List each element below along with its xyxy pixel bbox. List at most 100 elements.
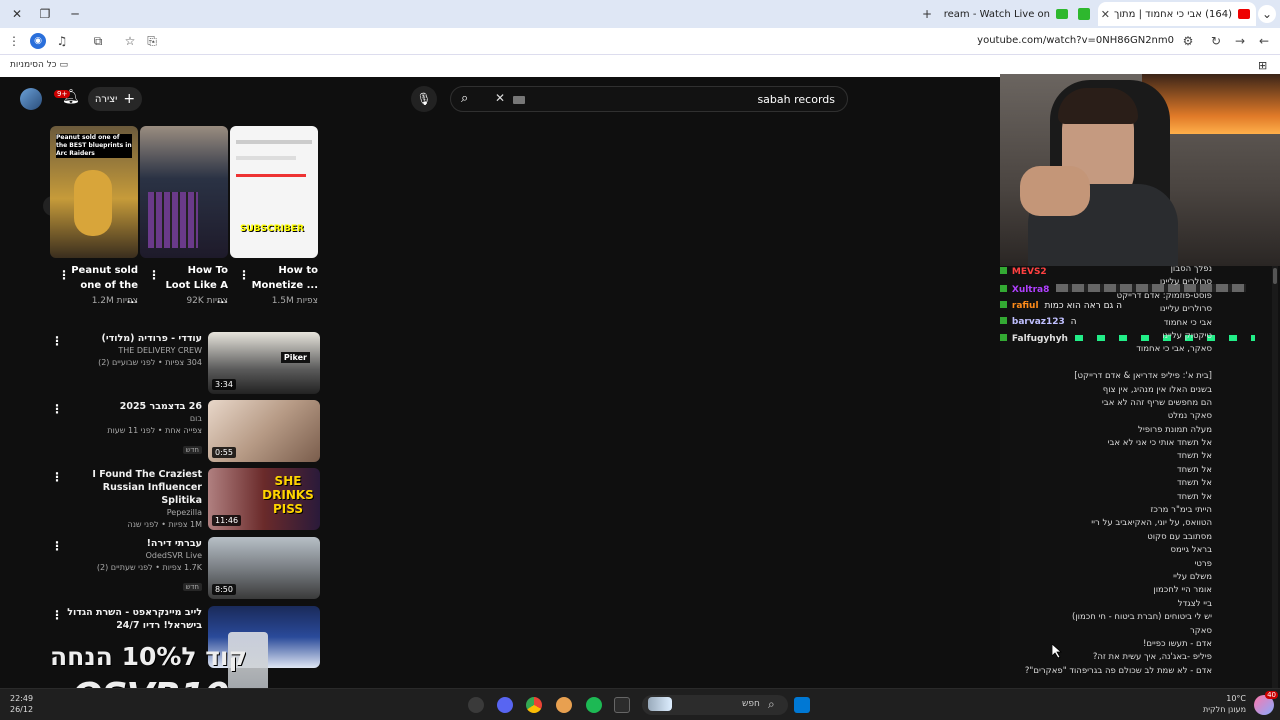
windows-start-icon[interactable] (794, 697, 810, 713)
video-menu-icon[interactable]: ⋮ (51, 470, 63, 484)
video-menu-icon[interactable]: ⋮ (51, 402, 63, 416)
overlay-line: אומר היי לחכמון (1153, 585, 1212, 596)
media-control-icon[interactable]: ♫ (54, 33, 70, 49)
channel-name[interactable]: Pepezilla (66, 507, 202, 519)
system-clock[interactable]: 22:49 26/12 (10, 693, 33, 715)
all-bookmarks-button[interactable]: כל הסימניות ▭ (10, 60, 68, 70)
list-item[interactable]: SHE DRINKS PISS 11:46 I Found The Crazie… (60, 468, 320, 530)
short-menu-icon[interactable]: ⋮ (58, 268, 70, 282)
short-title[interactable]: How to Monetize ... (250, 263, 318, 293)
voice-search-icon[interactable]: 🎙︎ (411, 86, 437, 112)
restore-window-icon[interactable]: ❐ (36, 5, 54, 23)
video-title[interactable]: לייב מיינקראפט - השרת הגדול בישראל! רדיו… (66, 606, 202, 632)
clear-search-icon[interactable]: ✕ (495, 91, 505, 105)
new-tab-icon[interactable]: + (918, 5, 936, 23)
streamer-hands (1020, 166, 1090, 216)
app-icon-4[interactable] (556, 697, 572, 713)
short-menu-icon[interactable]: ⋮ (238, 268, 250, 282)
overlay-line: הם מחפשים שריף זהה לא אבי (1101, 397, 1212, 408)
video-thumbnail[interactable]: 8:50 (208, 537, 320, 599)
weather-widget[interactable]: 10°C מעונן חלקית (1203, 693, 1246, 715)
new-badge: חדש (182, 583, 202, 591)
overlay-line: פרטי (1194, 558, 1212, 569)
file-explorer-icon[interactable] (614, 697, 630, 713)
profile-icon[interactable]: ◉ (30, 33, 46, 49)
short-menu-icon[interactable]: ⋮ (148, 268, 160, 282)
chat-scrollbar[interactable] (1272, 266, 1278, 688)
mouse-cursor-icon (1052, 644, 1062, 658)
back-icon[interactable]: ← (1256, 33, 1272, 49)
browser-tab-bar: ✕ ❐ ─ + Shotist Stream - Watch Live on ✕… (0, 0, 1280, 28)
tab-youtube-active[interactable]: (164) אבי כי אחמוד | מתוך ✕ (1098, 2, 1256, 26)
search-box[interactable]: ⌕ ✕ sabah records (450, 86, 848, 112)
overlay-line: נפלך הסבון (1170, 266, 1212, 274)
video-menu-icon[interactable]: ⋮ (51, 334, 63, 348)
video-meta: 304 צפיות • לפני שבועיים (2) (98, 358, 202, 367)
bookmark-star-icon[interactable]: ☆ (122, 33, 138, 49)
app-icon-1[interactable] (468, 697, 484, 713)
short-thumbnail[interactable]: Peanut sold one of the BEST blueprints i… (50, 126, 138, 258)
overlay-line: הייתי בימ"ר מרכז (1150, 505, 1212, 516)
avatar[interactable] (20, 88, 42, 110)
extensions-icon[interactable]: ⧉ (90, 33, 106, 49)
channel-name[interactable]: בום (66, 413, 202, 425)
overlay-line: טיקטוק עליינו (1162, 330, 1212, 341)
install-app-icon[interactable]: ⎘ (144, 33, 160, 49)
minimize-window-icon[interactable]: ─ (66, 5, 84, 23)
video-menu-icon[interactable]: ⋮ (51, 608, 63, 622)
site-settings-icon[interactable]: ⚙ (1180, 33, 1196, 49)
video-title[interactable]: עברתי דירה! (66, 537, 202, 550)
video-title[interactable]: עודדי - פרודיה (מלודי) (66, 332, 202, 345)
weather-desc: מעונן חלקית (1202, 705, 1246, 714)
close-tab-icon[interactable]: ✕ (1101, 8, 1110, 21)
close-window-icon[interactable]: ✕ (8, 5, 26, 23)
tab-title: (164) אבי כי אחמוד | מתוך (1113, 8, 1232, 20)
overlay-line: מעלה תמונת פרופיל (1137, 424, 1212, 435)
tab-title: Shotist Stream - Watch Live on (944, 8, 1050, 20)
overlay-line: אל תשחד (1176, 464, 1212, 475)
video-duration: 3:34 (212, 379, 236, 390)
list-item[interactable]: 0:55 26 בדצמבר 2025 בום צפייה אחת • לפני… (60, 400, 320, 462)
apps-grid-icon[interactable]: ⊞ (1258, 59, 1267, 72)
spotify-icon[interactable] (586, 697, 602, 713)
weather-badge: 40 (1265, 691, 1278, 699)
peanut-figure (74, 170, 112, 236)
channel-name[interactable]: THE DELIVERY CREW (66, 345, 202, 357)
search-input[interactable]: sabah records (757, 93, 835, 106)
stream-chat: MEVS2 Xultra8 rafiul ה גם ראה הוא כמות b… (1000, 266, 1280, 688)
video-meta: 1.7K צפיות • לפני שעתיים (2) (96, 563, 202, 572)
keyboard-icon[interactable] (513, 96, 525, 104)
overlay-line: סאקר נמלט (1167, 411, 1212, 422)
create-button[interactable]: יצירה + (88, 87, 142, 111)
video-thumbnail[interactable]: Piker 3:34 (208, 332, 320, 394)
overlay-line: אל תשחד אותי כי אני לא אבי (1107, 438, 1212, 449)
list-item[interactable]: Piker 3:34 עודדי - פרודיה (מלודי) THE DE… (60, 332, 320, 394)
overlay-line: מסתובב עם סקוט (1147, 531, 1212, 542)
discord-icon[interactable] (497, 697, 513, 713)
lyrics-overlay: נפלך הסבון סרולרים עליינו פוסט-פוזמוק: א… (1000, 266, 1212, 678)
search-label: חפש (742, 699, 760, 709)
tab-search-icon[interactable]: ⌄ (1258, 5, 1276, 23)
address-bar: ⋮ ◉ ♫ ⧉ ☆ ⎘ youtube.com/watch?v=0NH86GN2… (0, 28, 1280, 55)
short-thumbnail[interactable]: SUBSCRIBER (230, 126, 318, 258)
video-thumbnail[interactable]: SHE DRINKS PISS 11:46 (208, 468, 320, 530)
tab-shotist[interactable]: Shotist Stream - Watch Live on ✕ (944, 2, 1074, 26)
notification-badge: 9+ (54, 90, 71, 98)
chrome-icon[interactable] (526, 697, 542, 713)
channel-name[interactable]: OdedSVR Live (66, 550, 202, 562)
chat-scroll-thumb[interactable] (1273, 268, 1277, 284)
video-thumbnail[interactable]: 0:55 (208, 400, 320, 462)
url-text[interactable]: youtube.com/watch?v=0NH86GN2nm0 (977, 35, 1174, 46)
menu-icon[interactable]: ⋮ (6, 33, 22, 49)
video-menu-icon[interactable]: ⋮ (51, 539, 63, 553)
search-icon[interactable]: ⌕ (461, 91, 468, 106)
short-thumbnail[interactable] (140, 126, 228, 258)
video-title[interactable]: 26 בדצמבר 2025 (66, 400, 202, 413)
overlay-line: אל תשחד (1176, 491, 1212, 502)
taskbar-search[interactable]: חפש ⌕ (642, 695, 788, 715)
reload-icon[interactable]: ↻ (1208, 33, 1224, 49)
forward-icon[interactable]: → (1232, 33, 1248, 49)
list-item[interactable]: 8:50 עברתי דירה! OdedSVR Live 1.7K צפיות… (60, 537, 320, 599)
video-title[interactable]: I Found The Craziest Russian Influencer … (66, 468, 202, 507)
youtube-header: 🔔︎ 9+ יצירה + 🎙︎ ⌕ ✕ sabah records (0, 77, 1000, 121)
